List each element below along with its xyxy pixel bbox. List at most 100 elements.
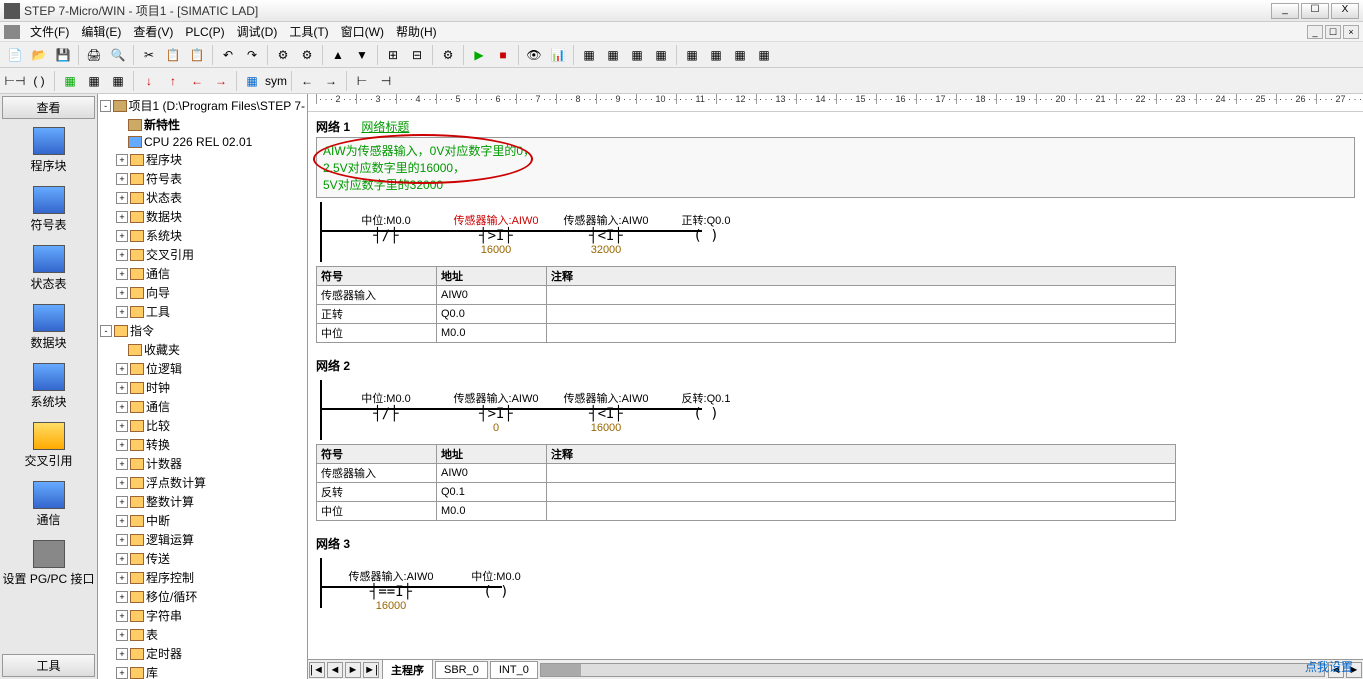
tree-instructions[interactable]: -指令	[100, 321, 305, 340]
tree-new-feature[interactable]: 新特性	[116, 115, 305, 134]
table-row[interactable]: 传感器输入AIW0	[317, 464, 1176, 483]
tree-toggle-icon[interactable]: +	[116, 458, 128, 470]
net2-contact-1[interactable]: 中位:M0.0 ┤/├	[346, 390, 426, 422]
net1-header[interactable]: 网络 1 网络标题	[316, 116, 1355, 137]
net2-ladder[interactable]: 中位:M0.0 ┤/├ 传感器输入:AIW0 ┤>I├ 0 传感器输入:AIW0…	[316, 380, 1355, 440]
download-button[interactable]: ▼	[351, 44, 373, 66]
net2-compare-2[interactable]: 传感器输入:AIW0 ┤<I├ 16000	[556, 390, 656, 434]
view-fbd-button[interactable]: ▦	[107, 70, 129, 92]
tree-toggle-icon[interactable]: +	[116, 230, 128, 242]
tab-prev-button[interactable]: ◄	[327, 662, 343, 678]
options-button[interactable]: ⚙	[437, 44, 459, 66]
nav-system-block[interactable]: 系统块	[0, 357, 97, 416]
table-row[interactable]: 正转Q0.0	[317, 305, 1176, 324]
wire-down-button[interactable]: ↓	[138, 70, 160, 92]
tree-toggle-icon[interactable]: +	[116, 591, 128, 603]
sym-button[interactable]: sym	[265, 70, 287, 92]
new-button[interactable]: 📄	[4, 44, 26, 66]
tree-toggle-icon[interactable]: +	[116, 173, 128, 185]
net3-coil[interactable]: 中位:M0.0 ( )	[456, 568, 536, 600]
editor-hscroll[interactable]	[540, 663, 1325, 677]
tree-root[interactable]: -项目1 (D:\Program Files\STEP 7-	[100, 96, 305, 115]
tree-toggle-icon[interactable]: +	[116, 439, 128, 451]
nav-cross-ref[interactable]: 交叉引用	[0, 416, 97, 475]
tb-button-1[interactable]: ▦	[578, 44, 600, 66]
net1-compare-1[interactable]: 传感器输入:AIW0 ┤>I├ 16000	[446, 212, 546, 256]
tree-toggle-icon[interactable]: +	[116, 401, 128, 413]
tree-inst-compare[interactable]: +比较	[116, 416, 305, 435]
monitor-button[interactable]: 👁	[523, 44, 545, 66]
tree-toggle-icon[interactable]: +	[116, 629, 128, 641]
net3-header[interactable]: 网络 3	[316, 533, 1355, 554]
compile-all-button[interactable]: ⚙	[296, 44, 318, 66]
mdi-restore-button[interactable]: ☐	[1325, 25, 1341, 39]
tree-inst-comm[interactable]: +通信	[116, 397, 305, 416]
menu-view[interactable]: 查看(V)	[127, 23, 179, 40]
open-button[interactable]: 📂	[28, 44, 50, 66]
table-row[interactable]: 中位M0.0	[317, 324, 1176, 343]
tree-toggle-icon[interactable]: +	[116, 382, 128, 394]
nav-program-block[interactable]: 程序块	[0, 121, 97, 180]
print-button[interactable]: 🖨	[83, 44, 105, 66]
net2-header[interactable]: 网络 2	[316, 355, 1355, 376]
net1-title-link[interactable]: 网络标题	[361, 120, 409, 134]
tree-inst-counter[interactable]: +计数器	[116, 454, 305, 473]
tb-button-5[interactable]: ▦	[681, 44, 703, 66]
tree-toggle-icon[interactable]: +	[116, 420, 128, 432]
tb-button-2[interactable]: ▦	[602, 44, 624, 66]
tree-inst-convert[interactable]: +转换	[116, 435, 305, 454]
tab-int0[interactable]: INT_0	[490, 661, 538, 679]
branch-close-button[interactable]: ⊣	[375, 70, 397, 92]
coil-button[interactable]: ( )	[28, 70, 50, 92]
tree-inst-move[interactable]: +传送	[116, 549, 305, 568]
menu-tools[interactable]: 工具(T)	[283, 23, 334, 40]
compile-button[interactable]: ⚙	[272, 44, 294, 66]
wire-left-button[interactable]: ←	[186, 70, 208, 92]
tab-next-button[interactable]: ►	[345, 662, 361, 678]
wire-right-button[interactable]: →	[210, 70, 232, 92]
nav-left-button[interactable]: ←	[296, 70, 318, 92]
nav-data-block[interactable]: 数据块	[0, 298, 97, 357]
tree-wizard[interactable]: +向导	[116, 283, 305, 302]
tree-inst-timer[interactable]: +定时器	[116, 644, 305, 663]
tab-main[interactable]: 主程序	[382, 659, 433, 679]
tree-toggle-icon[interactable]: +	[116, 667, 128, 679]
nav-pgpc[interactable]: 设置 PG/PC 接口	[0, 534, 97, 593]
stop-button[interactable]: ■	[492, 44, 514, 66]
save-button[interactable]: 💾	[52, 44, 74, 66]
undo-button[interactable]: ↶	[217, 44, 239, 66]
net2-compare-1[interactable]: 传感器输入:AIW0 ┤>I├ 0	[446, 390, 546, 434]
menu-plc[interactable]: PLC(P)	[179, 25, 230, 39]
tree-inst-bit[interactable]: +位逻辑	[116, 359, 305, 378]
settings-link[interactable]: 点我设置	[1305, 658, 1353, 675]
tree-toggle-icon[interactable]: +	[116, 553, 128, 565]
menu-debug[interactable]: 调试(D)	[231, 23, 284, 40]
contact-button[interactable]: ⊢⊣	[4, 70, 26, 92]
table-row[interactable]: 中位M0.0	[317, 502, 1176, 521]
tb-button-3[interactable]: ▦	[626, 44, 648, 66]
insert-network-button[interactable]: ⊞	[382, 44, 404, 66]
menu-help[interactable]: 帮助(H)	[390, 23, 443, 40]
tree-inst-table[interactable]: +表	[116, 625, 305, 644]
tree-cpu[interactable]: CPU 226 REL 02.01	[116, 134, 305, 150]
tree-toggle-icon[interactable]: +	[116, 249, 128, 261]
view-stl-button[interactable]: ▦	[83, 70, 105, 92]
tb-button-6[interactable]: ▦	[705, 44, 727, 66]
tree-inst-clock[interactable]: +时钟	[116, 378, 305, 397]
project-tree[interactable]: -项目1 (D:\Program Files\STEP 7- 新特性 CPU 2…	[98, 94, 308, 679]
paste-button[interactable]: 📋	[186, 44, 208, 66]
menu-window[interactable]: 窗口(W)	[335, 23, 390, 40]
upload-button[interactable]: ▲	[327, 44, 349, 66]
net1-comment[interactable]: AIW为传感器输入，0V对应数字里的0， 2.5V对应数字里的16000， 5V…	[316, 137, 1355, 198]
tree-system-block[interactable]: +系统块	[116, 226, 305, 245]
copy-button[interactable]: 📋	[162, 44, 184, 66]
tree-toggle-icon[interactable]: +	[116, 268, 128, 280]
tree-inst-int[interactable]: +整数计算	[116, 492, 305, 511]
tree-toggle-icon[interactable]: +	[116, 572, 128, 584]
branch-open-button[interactable]: ⊢	[351, 70, 373, 92]
minimize-button[interactable]: _	[1271, 3, 1299, 19]
tree-inst-fav[interactable]: 收藏夹	[116, 340, 305, 359]
close-button[interactable]: X	[1331, 3, 1359, 19]
nav-communication[interactable]: 通信	[0, 475, 97, 534]
tab-sbr0[interactable]: SBR_0	[435, 661, 488, 679]
